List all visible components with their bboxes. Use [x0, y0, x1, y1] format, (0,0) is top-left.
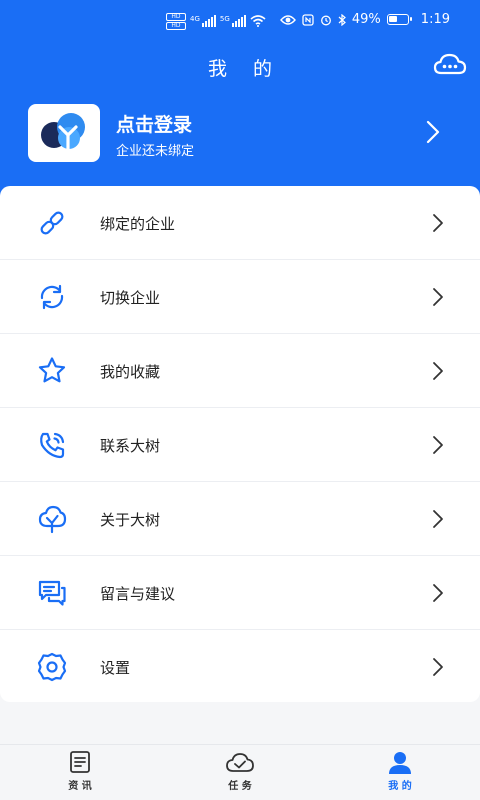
signal-2-icon: 5G [220, 15, 246, 27]
chevron-right-icon [426, 120, 440, 144]
header-background: HD HD 4G 5G 49% 1:19 我 的 点击登录 企业还未绑定 [0, 0, 480, 200]
chevron-right-icon [433, 436, 443, 454]
bottom-nav: 资 讯 任 务 我 的 [0, 744, 480, 800]
status-time: 1:19 [420, 12, 450, 27]
profile-login-row[interactable]: 点击登录 企业还未绑定 [28, 104, 468, 164]
battery-percent: 49% [351, 12, 381, 27]
menu-label: 联系大树 [100, 437, 161, 455]
tree-icon [38, 505, 67, 534]
switch-icon [40, 284, 64, 310]
message-icon [38, 580, 66, 606]
alarm-icon [320, 15, 331, 25]
bluetooth-icon [338, 13, 346, 26]
hd-badge-2: HD [166, 21, 186, 30]
link-icon [40, 211, 64, 235]
star-icon [38, 357, 66, 383]
menu-label: 切换企业 [100, 289, 161, 307]
menu-label: 留言与建议 [100, 585, 176, 603]
app-logo [28, 104, 100, 162]
menu-list: 绑定的企业 切换企业 我的收藏 联系大树 关于大树 留言与建议 设置 [0, 186, 480, 702]
tab-tasks-label: 任 务 [228, 781, 252, 792]
status-right: 49% 1:19 [279, 12, 450, 27]
eye-icon [279, 14, 296, 25]
battery-fill [388, 16, 397, 22]
menu-item-feedback[interactable]: 留言与建议 [0, 556, 480, 630]
tab-news[interactable]: 资 讯 [40, 751, 120, 800]
hd-badge: HD HD [166, 12, 186, 30]
nfc-icon [302, 13, 314, 26]
status-bar: HD HD 4G 5G 49% 1:19 [0, 0, 480, 42]
menu-label: 设置 [100, 659, 131, 677]
tab-tasks[interactable]: 任 务 [200, 751, 280, 800]
menu-item-about[interactable]: 关于大树 [0, 482, 480, 556]
profile-icon [389, 752, 411, 774]
signal-1-label: 4G [190, 15, 200, 23]
task-icon [226, 753, 254, 772]
chevron-right-icon [433, 584, 443, 602]
menu-label: 关于大树 [100, 511, 161, 529]
menu-item-favorites[interactable]: 我的收藏 [0, 334, 480, 408]
tab-news-label: 资 讯 [68, 781, 92, 792]
signal-2-label: 5G [219, 15, 230, 23]
chevron-right-icon [433, 288, 443, 306]
news-icon [70, 751, 90, 773]
wifi-icon [250, 15, 266, 27]
tab-profile[interactable]: 我 的 [360, 751, 440, 800]
phone-icon [40, 432, 65, 459]
menu-item-bound-enterprise[interactable]: 绑定的企业 [0, 186, 480, 260]
logo-icon [41, 113, 85, 153]
login-text[interactable]: 点击登录 [116, 110, 192, 137]
chevron-right-icon [433, 658, 443, 676]
tab-profile-label: 我 的 [388, 781, 412, 792]
enterprise-status-text: 企业还未绑定 [116, 144, 195, 159]
menu-label: 我的收藏 [100, 363, 161, 381]
menu-item-contact[interactable]: 联系大树 [0, 408, 480, 482]
gear-icon [37, 652, 67, 682]
battery-icon [386, 14, 412, 25]
chevron-right-icon [433, 510, 443, 528]
cloud-icon[interactable] [432, 50, 468, 80]
status-left: HD HD 4G 5G [166, 10, 266, 32]
menu-label: 绑定的企业 [100, 215, 176, 233]
menu-item-settings[interactable]: 设置 [0, 630, 480, 704]
chevron-right-icon [433, 362, 443, 380]
page-title: 我 的 [207, 58, 283, 80]
chevron-right-icon [433, 214, 443, 232]
signal-1-icon: 4G [190, 15, 216, 27]
menu-item-switch-enterprise[interactable]: 切换企业 [0, 260, 480, 334]
hd-badge-1: HD [166, 12, 186, 21]
